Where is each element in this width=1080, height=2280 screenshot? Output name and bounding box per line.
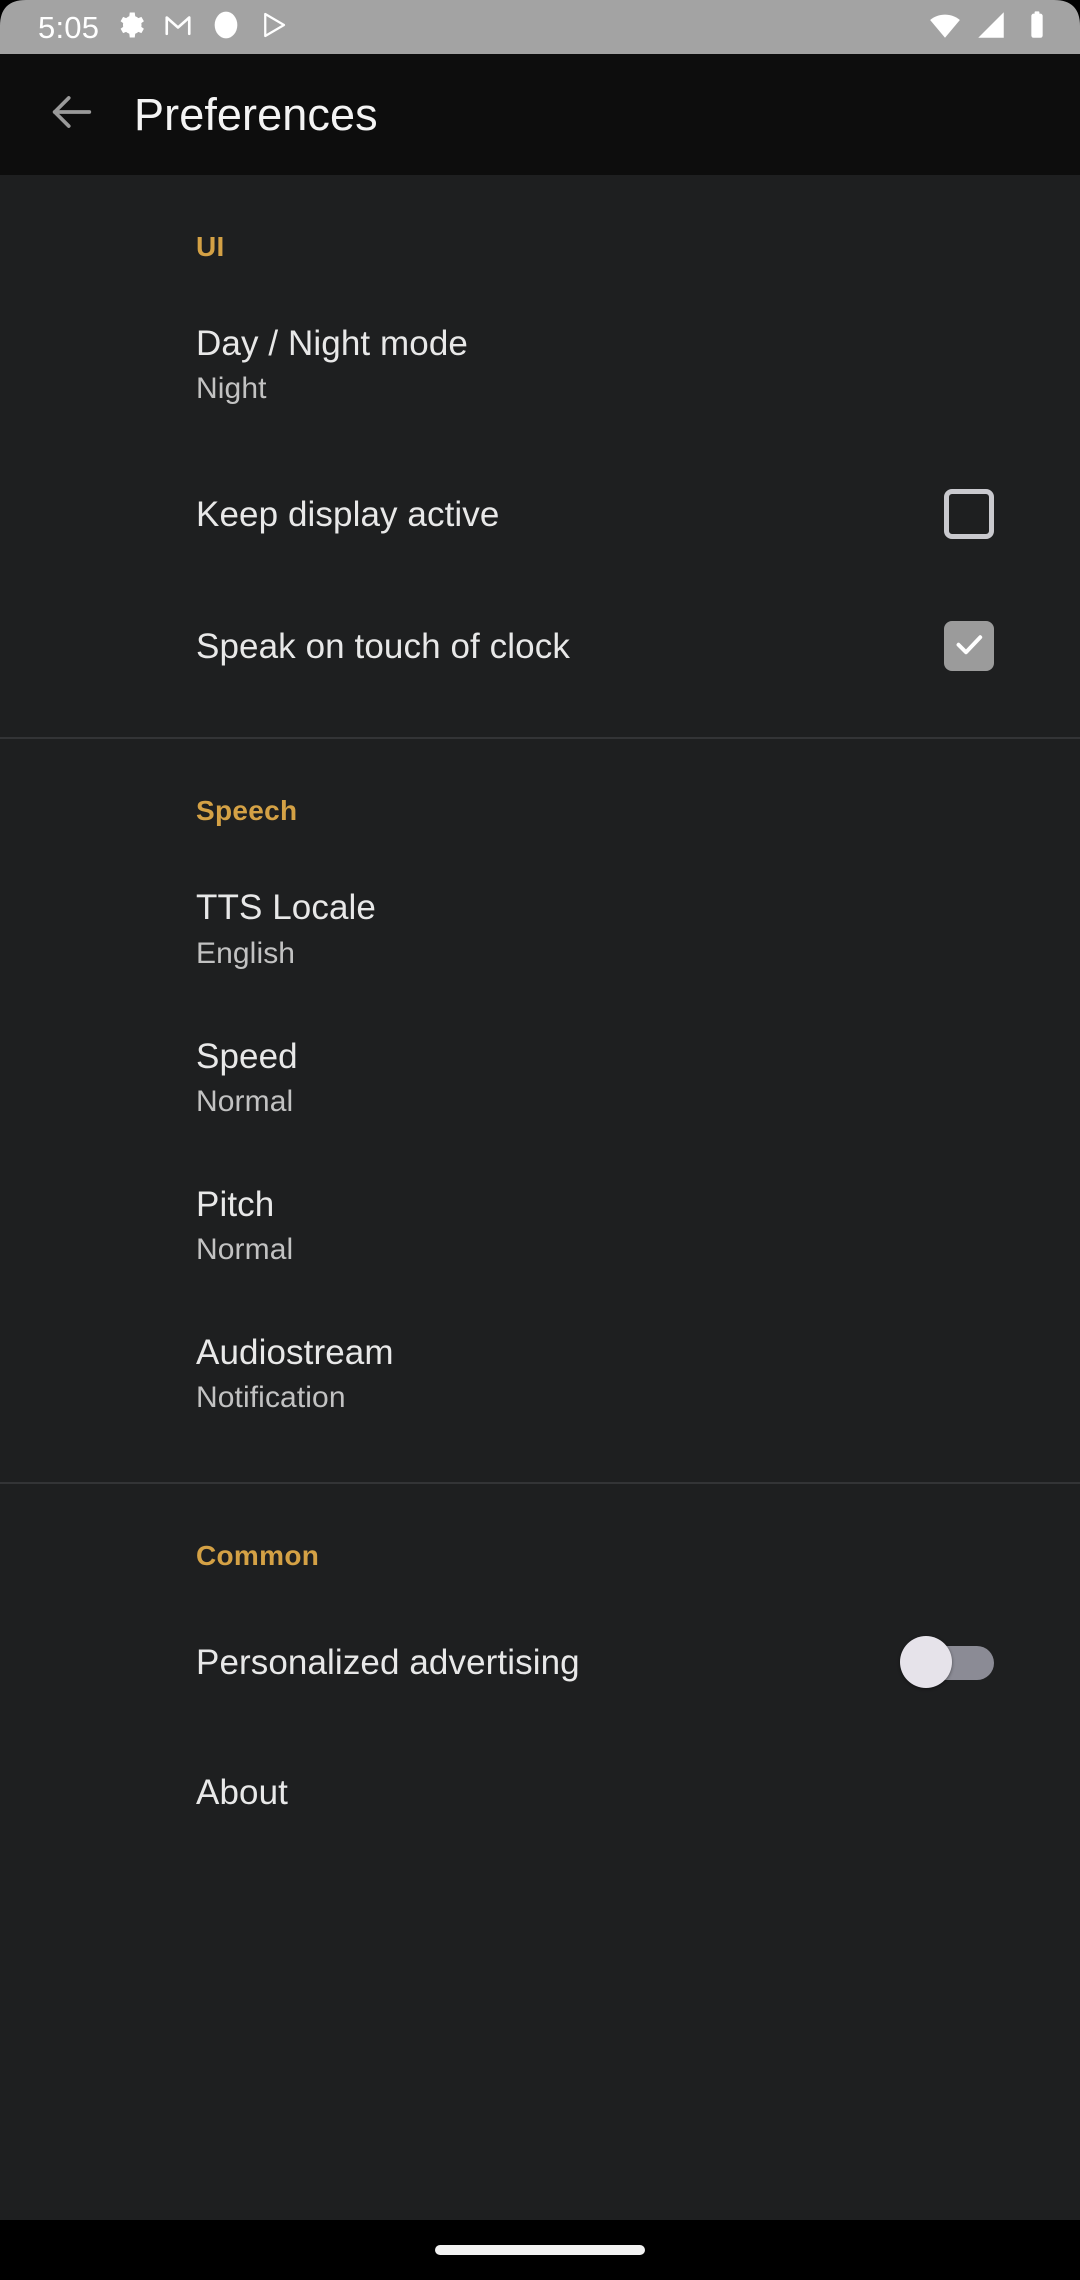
circle-icon: [210, 9, 242, 46]
preferences-list[interactable]: UI Day / Night mode Night Keep display a…: [0, 175, 1080, 2280]
back-button[interactable]: [36, 79, 108, 151]
play-store-icon: [259, 10, 289, 45]
pref-title: Pitch: [196, 1184, 275, 1224]
pref-text-group: About: [196, 1772, 994, 1813]
pref-title: Speak on touch of clock: [196, 626, 570, 666]
navigation-bar: [0, 2220, 1080, 2280]
section-ui: UI Day / Night mode Night Keep display a…: [0, 175, 1080, 737]
checkbox-keep-display-active[interactable]: [944, 489, 994, 540]
pref-title: Keep display active: [196, 494, 500, 534]
section-common: Common Personalized advertising About: [0, 1482, 1080, 1840]
pref-text-group: Audiostream Notification: [196, 1332, 994, 1416]
wifi-icon: [928, 8, 962, 47]
pref-summary: Normal: [196, 1233, 294, 1267]
pref-title: Speed: [196, 1036, 298, 1076]
pref-speed[interactable]: Speed Normal: [0, 1014, 1080, 1146]
pref-summary: English: [196, 936, 296, 970]
pref-text-group: Day / Night mode Night: [196, 323, 994, 407]
pref-day-night-mode[interactable]: Day / Night mode Night: [0, 301, 1080, 433]
pref-tts-locale[interactable]: TTS Locale English: [0, 865, 1080, 997]
pref-summary: Normal: [196, 1084, 294, 1118]
checkbox-speak-on-touch-of-clock[interactable]: [944, 621, 994, 672]
pref-personalized-advertising[interactable]: Personalized advertising: [0, 1610, 1080, 1714]
page-title: Preferences: [134, 88, 378, 140]
status-bar-clock: 5:05: [38, 9, 100, 45]
pref-summary: Night: [196, 372, 267, 406]
pref-text-group: Personalized advertising: [196, 1642, 876, 1683]
switch-personalized-advertising[interactable]: [900, 1636, 994, 1689]
gmail-icon: [163, 10, 193, 45]
pref-audiostream[interactable]: Audiostream Notification: [0, 1310, 1080, 1442]
pref-keep-display-active[interactable]: Keep display active: [0, 463, 1080, 565]
pref-widget[interactable]: [900, 1636, 994, 1689]
back-arrow-icon: [46, 86, 98, 143]
status-bar: 5:05: [0, 0, 1080, 54]
check-icon: [951, 626, 987, 667]
cell-signal-icon: [974, 8, 1008, 47]
pref-summary: Notification: [196, 1381, 346, 1415]
pref-about[interactable]: About: [0, 1744, 1080, 1840]
section-header-speech: Speech: [196, 795, 298, 827]
section-header-ui: UI: [196, 231, 225, 262]
gear-icon: [116, 10, 146, 45]
pref-widget[interactable]: [944, 489, 994, 540]
pref-title: About: [196, 1772, 288, 1812]
pref-text-group: Keep display active: [196, 494, 920, 535]
pref-title: Audiostream: [196, 1333, 394, 1373]
app-bar: Preferences: [0, 54, 1080, 175]
status-bar-left: 5:05: [38, 9, 289, 46]
battery-icon: [1020, 8, 1054, 47]
pref-title: Day / Night mode: [196, 324, 468, 363]
pref-text-group: TTS Locale English: [196, 887, 994, 971]
switch-thumb[interactable]: [900, 1636, 952, 1689]
pref-speak-on-touch-of-clock[interactable]: Speak on touch of clock: [0, 595, 1080, 697]
preferences-screen: 5:05 Preferences UI Day / Night mode Nig…: [0, 0, 1080, 2280]
pref-pitch[interactable]: Pitch Normal: [0, 1162, 1080, 1294]
pref-text-group: Pitch Normal: [196, 1184, 994, 1268]
pref-widget[interactable]: [944, 621, 994, 672]
pref-text-group: Speed Normal: [196, 1036, 994, 1120]
status-bar-right: [928, 8, 1054, 47]
pref-text-group: Speak on touch of clock: [196, 626, 920, 667]
pref-title: Personalized advertising: [196, 1642, 580, 1682]
section-header-common: Common: [196, 1540, 320, 1572]
home-gesture-pill[interactable]: [435, 2245, 645, 2255]
pref-title: TTS Locale: [196, 888, 376, 928]
section-speech: Speech TTS Locale English Speed Normal P…: [0, 737, 1080, 1482]
